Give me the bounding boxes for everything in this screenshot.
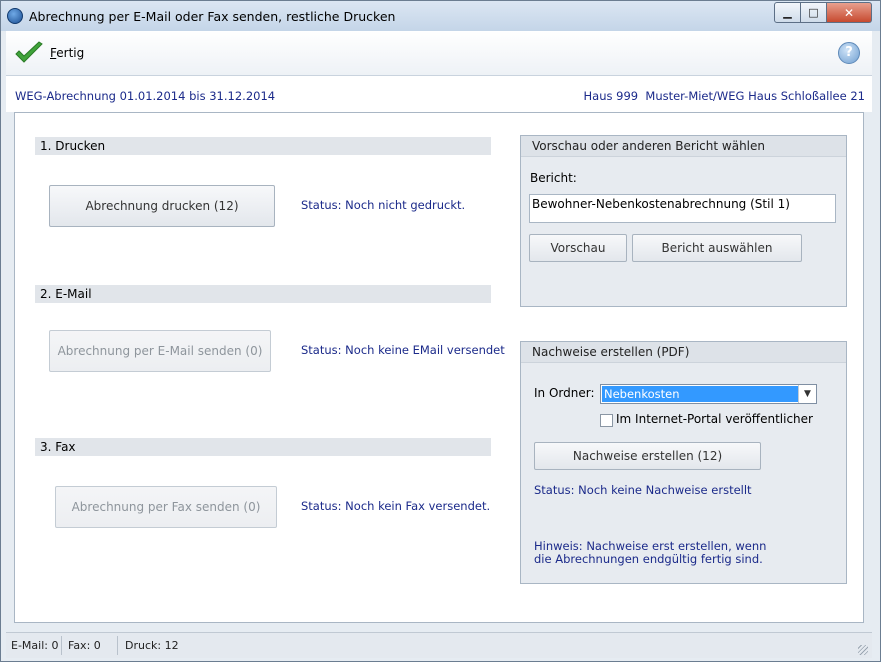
status-separator xyxy=(61,636,62,655)
checkmark-icon[interactable] xyxy=(14,41,44,65)
preview-button[interactable]: Vorschau xyxy=(529,234,627,262)
folder-dropdown-value: Nebenkosten xyxy=(601,385,799,403)
email-send-button[interactable]: Abrechnung per E-Mail senden (0) xyxy=(49,330,271,372)
folder-label: In Ordner: xyxy=(534,386,595,400)
report-label: Bericht: xyxy=(530,171,577,185)
window-controls: ▁ □ ✕ xyxy=(774,2,872,23)
portal-checkbox-label[interactable]: Im Internet-Portal veröffentlicher xyxy=(616,412,813,426)
info-bar: WEG-Abrechnung 01.01.2014 bis 31.12.2014… xyxy=(6,76,872,112)
app-icon xyxy=(7,8,23,24)
house-info: Haus 999 Muster-Miet/WEG Haus Schloßalle… xyxy=(583,89,866,103)
status-print-count: Druck: 12 xyxy=(125,639,179,652)
window-title: Abrechnung per E-Mail oder Fax senden, r… xyxy=(29,9,396,24)
email-section-heading: 2. E-Mail xyxy=(35,285,491,303)
proofs-group: Nachweise erstellen (PDF) In Ordner: Neb… xyxy=(520,341,847,584)
status-fax-count: Fax: 0 xyxy=(68,639,101,652)
preview-group-title: Vorschau oder anderen Bericht wählen xyxy=(521,136,846,157)
portal-checkbox[interactable] xyxy=(600,414,613,427)
status-email-count: E-Mail: 0 xyxy=(11,639,59,652)
print-section-heading: 1. Drucken xyxy=(35,137,491,155)
billing-period: WEG-Abrechnung 01.01.2014 bis 31.12.2014 xyxy=(15,89,276,103)
content-panel: 1. Drucken Abrechnung drucken (12) Statu… xyxy=(14,112,864,623)
title-bar[interactable]: Abrechnung per E-Mail oder Fax senden, r… xyxy=(1,1,880,31)
fax-status: Status: Noch kein Fax versendet. xyxy=(301,499,491,513)
fertig-button[interactable]: Fertig xyxy=(50,46,84,60)
proofs-status: Status: Noch keine Nachweise erstellt xyxy=(534,483,752,497)
select-report-button[interactable]: Bericht auswählen xyxy=(632,234,802,262)
fertig-label: ertig xyxy=(56,46,85,60)
main-window: Abrechnung per E-Mail oder Fax senden, r… xyxy=(0,0,881,662)
preview-group: Vorschau oder anderen Bericht wählen Ber… xyxy=(520,135,847,307)
proofs-hint: Hinweis: Nachweise erst erstellen, wenn … xyxy=(534,540,766,566)
fax-section-heading: 3. Fax xyxy=(35,438,491,456)
proofs-group-title: Nachweise erstellen (PDF) xyxy=(521,342,846,363)
proofs-hint-line2: die Abrechnungen endgültig fertig sind. xyxy=(534,552,763,566)
folder-dropdown[interactable]: Nebenkosten ▼ xyxy=(600,384,817,404)
print-status: Status: Noch nicht gedruckt. xyxy=(301,198,466,212)
minimize-button[interactable]: ▁ xyxy=(774,2,801,23)
help-icon[interactable]: ? xyxy=(838,42,860,64)
resize-grip[interactable] xyxy=(858,645,868,655)
create-proofs-button[interactable]: Nachweise erstellen (12) xyxy=(534,442,761,470)
report-field[interactable]: Bewohner-Nebenkostenabrechnung (Stil 1) xyxy=(529,194,836,223)
fax-send-button[interactable]: Abrechnung per Fax senden (0) xyxy=(55,486,277,528)
status-separator xyxy=(117,636,118,655)
chevron-down-icon[interactable]: ▼ xyxy=(798,385,816,403)
toolbar: Fertig ? xyxy=(6,31,872,76)
print-button[interactable]: Abrechnung drucken (12) xyxy=(49,185,275,227)
close-button[interactable]: ✕ xyxy=(827,2,872,23)
maximize-button[interactable]: □ xyxy=(801,2,827,23)
email-status: Status: Noch keine EMail versendet xyxy=(301,343,505,357)
status-bar: E-Mail: 0 Fax: 0 Druck: 12 xyxy=(6,632,872,658)
